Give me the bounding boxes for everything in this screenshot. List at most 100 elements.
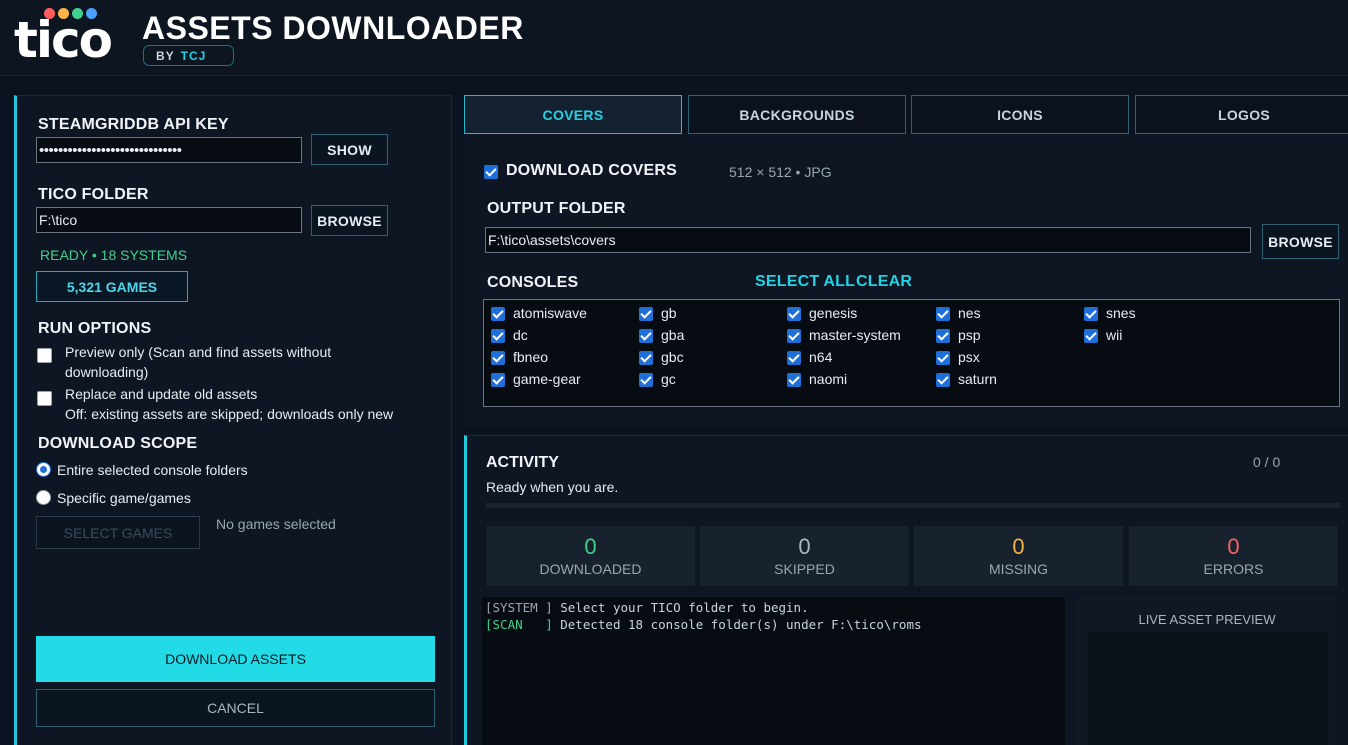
console-label: nes [958, 305, 981, 321]
tab-covers[interactable]: COVERS [464, 95, 682, 134]
api-key-label: STEAMGRIDDB API KEY [38, 116, 229, 133]
console-checkbox[interactable] [1084, 307, 1098, 321]
by-label: BY [156, 48, 175, 63]
tab-icons[interactable]: ICONS [911, 95, 1129, 134]
console-checkbox[interactable] [936, 351, 950, 365]
console-label: n64 [809, 349, 833, 365]
stat-skipped: 0 SKIPPED [700, 526, 909, 586]
output-folder-label: OUTPUT FOLDER [487, 200, 626, 217]
stat-skipped-value: 0 [798, 534, 811, 559]
console-checkbox[interactable] [936, 329, 950, 343]
output-folder-input[interactable]: F:\tico\assets\covers [485, 227, 1251, 253]
show-key-button[interactable]: SHOW [311, 134, 388, 165]
console-checkbox[interactable] [787, 373, 801, 387]
status-ready-text: READY [40, 247, 88, 263]
download-covers-checkbox[interactable] [484, 165, 498, 179]
console-label: game-gear [513, 371, 581, 387]
console-label: gbc [661, 349, 684, 365]
console-label: wii [1106, 327, 1123, 343]
clear-link[interactable]: CLEAR [856, 273, 912, 291]
browse-output-button[interactable]: BROWSE [1262, 224, 1339, 259]
tab-logos[interactable]: LOGOS [1135, 95, 1348, 134]
console-checkbox[interactable] [639, 329, 653, 343]
folder-status: READY • 18 SYSTEMS [40, 247, 187, 263]
app-title: ASSETS DOWNLOADER [142, 10, 524, 46]
preview-only-checkbox[interactable] [37, 348, 52, 363]
select-all-link[interactable]: SELECT ALL [755, 273, 855, 291]
console-checkbox[interactable] [491, 329, 505, 343]
no-games-text: No games selected [216, 516, 336, 532]
scope-entire-radio[interactable] [36, 462, 51, 477]
console-label: fbneo [513, 349, 549, 365]
replace-assets-label: Replace and update old assets Off: exist… [65, 384, 393, 424]
console-checkbox[interactable] [787, 307, 801, 321]
stat-downloaded-value: 0 [584, 534, 597, 559]
log-line: [SYSTEM ] Select your TICO folder to beg… [485, 599, 1062, 616]
console-label: gba [661, 327, 685, 343]
console-checkbox[interactable] [491, 373, 505, 387]
scope-specific-radio[interactable] [36, 490, 51, 505]
log-tag: [SCAN ] [485, 617, 553, 632]
preview-image [1088, 632, 1328, 745]
console-checkbox[interactable] [639, 373, 653, 387]
preview-only-line1: Preview only (Scan and find assets witho… [65, 344, 332, 360]
scope-specific-label: Specific game/games [57, 490, 191, 506]
log-text: Select your TICO folder to begin. [552, 600, 809, 615]
stat-missing-label: MISSING [988, 561, 1049, 577]
download-covers-label: DOWNLOAD COVERS [506, 162, 677, 179]
stat-missing: 0 MISSING [914, 526, 1123, 586]
api-key-input[interactable]: •••••••••••••••••••••••••••••• [36, 137, 302, 163]
cancel-button[interactable]: CANCEL [36, 689, 435, 727]
console-checkbox[interactable] [787, 329, 801, 343]
console-list: atomiswave dc fbneo game-gear gb gba gbc gc gene… [483, 299, 1340, 407]
console-checkbox[interactable] [936, 307, 950, 321]
console-checkbox[interactable] [936, 373, 950, 387]
console-label: psp [958, 327, 981, 343]
run-options-label: RUN OPTIONS [38, 320, 152, 337]
download-assets-button[interactable]: DOWNLOAD ASSETS [36, 636, 435, 682]
log-line: [SCAN ] Detected 18 console folder(s) un… [485, 616, 1062, 633]
stat-skipped-label: SKIPPED [774, 561, 835, 577]
console-label: atomiswave [513, 305, 587, 321]
console-checkbox[interactable] [787, 351, 801, 365]
scope-entire-label: Entire selected console folders [57, 462, 248, 478]
console-label: gc [661, 371, 676, 387]
console-label: genesis [809, 305, 858, 321]
select-games-button[interactable]: SELECT GAMES [36, 516, 200, 549]
console-checkbox[interactable] [639, 307, 653, 321]
replace-line1: Replace and update old assets [65, 386, 258, 402]
cover-spec: 512 × 512 • JPG [729, 164, 832, 180]
download-scope-label: DOWNLOAD SCOPE [38, 435, 198, 452]
replace-line2: Off: existing assets are skipped; downlo… [65, 406, 394, 422]
status-systems-text: 18 SYSTEMS [100, 247, 188, 263]
games-count-button[interactable]: 5,321 GAMES [36, 271, 188, 302]
stat-errors: 0 ERRORS [1129, 526, 1338, 586]
settings-panel: STEAMGRIDDB API KEY ••••••••••••••••••••… [14, 95, 452, 745]
activity-count: 0 / 0 [1253, 454, 1281, 470]
preview-only-label: Preview only (Scan and find assets witho… [65, 342, 331, 382]
console-label: snes [1106, 305, 1136, 321]
console-checkbox[interactable] [639, 351, 653, 365]
log-tag: [SYSTEM ] [485, 600, 553, 615]
activity-title: ACTIVITY [486, 454, 559, 471]
console-label: dc [513, 327, 528, 343]
browse-tico-button[interactable]: BROWSE [311, 205, 388, 236]
covers-panel: DOWNLOAD COVERS 512 × 512 • JPG OUTPUT F… [464, 134, 1348, 426]
stat-missing-value: 0 [1012, 534, 1025, 559]
tab-backgrounds[interactable]: BACKGROUNDS [688, 95, 906, 134]
console-label: gb [661, 305, 677, 321]
stat-downloaded-label: DOWNLOADED [539, 561, 642, 577]
console-label: psx [958, 349, 980, 365]
author-badge: BY TCJ [143, 45, 234, 66]
console-checkbox[interactable] [1084, 329, 1098, 343]
author-name: TCJ [180, 48, 207, 63]
stat-downloaded: 0 DOWNLOADED [486, 526, 695, 586]
activity-log[interactable]: [SYSTEM ] Select your TICO folder to beg… [482, 597, 1065, 745]
tico-logo: tico [14, 6, 126, 69]
console-checkbox[interactable] [491, 351, 505, 365]
tico-folder-label: TICO FOLDER [38, 186, 149, 203]
tico-folder-input[interactable]: F:\tico [36, 207, 302, 233]
replace-assets-checkbox[interactable] [37, 391, 52, 406]
logo-text: tico [14, 11, 113, 69]
console-checkbox[interactable] [491, 307, 505, 321]
